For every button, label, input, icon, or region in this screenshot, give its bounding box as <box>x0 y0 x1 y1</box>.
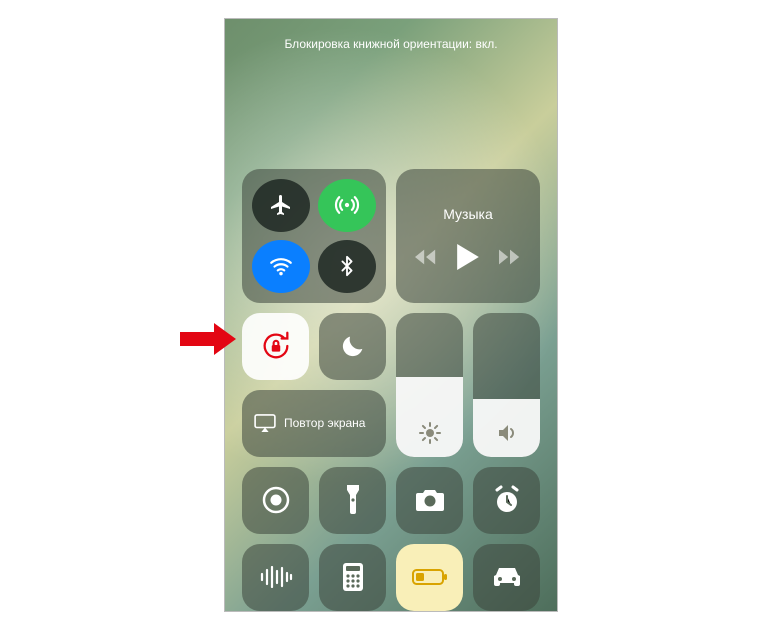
flashlight-icon <box>344 485 362 515</box>
orientation-lock-toggle[interactable] <box>242 313 309 380</box>
mirroring-icon <box>254 414 276 432</box>
status-toast: Блокировка книжной ориентации: вкл. <box>284 37 497 51</box>
connectivity-group[interactable] <box>242 169 386 303</box>
screen-mirroring-label: Повтор экрана <box>284 416 365 430</box>
camera-icon <box>414 488 446 512</box>
cellular-icon <box>334 192 360 218</box>
next-track-button[interactable] <box>499 249 521 265</box>
music-title: Музыка <box>443 206 493 222</box>
forward-icon <box>499 249 521 265</box>
shortcuts-row-2 <box>242 544 540 611</box>
shortcuts-row-1 <box>242 467 540 534</box>
camera-button[interactable] <box>396 467 463 534</box>
cellular-data-toggle[interactable] <box>318 179 376 232</box>
prev-track-button[interactable] <box>415 249 437 265</box>
do-not-disturb-toggle[interactable] <box>319 313 386 380</box>
audio-wave-button[interactable] <box>242 544 309 611</box>
battery-low-icon <box>412 568 448 586</box>
play-icon <box>457 244 479 270</box>
brightness-fill <box>396 377 463 456</box>
callout-arrow <box>180 323 236 355</box>
low-power-mode-toggle[interactable] <box>396 544 463 611</box>
screen-record-icon <box>261 485 291 515</box>
alarm-icon <box>492 485 522 515</box>
bluetooth-icon <box>336 255 358 277</box>
alarm-button[interactable] <box>473 467 540 534</box>
play-button[interactable] <box>457 244 479 270</box>
moon-icon <box>339 332 367 360</box>
volume-icon <box>495 421 519 445</box>
flashlight-button[interactable] <box>319 467 386 534</box>
control-center-screen: Блокировка книжной ориентации: вкл. Муз <box>224 18 558 612</box>
audio-wave-icon <box>259 566 293 588</box>
screen-mirroring-button[interactable]: Повтор экрана <box>242 390 386 457</box>
brightness-slider[interactable] <box>396 313 463 457</box>
volume-slider[interactable] <box>473 313 540 457</box>
wifi-icon <box>268 253 294 279</box>
airplane-icon <box>269 193 293 217</box>
bluetooth-toggle[interactable] <box>318 240 376 293</box>
music-controls <box>415 244 521 270</box>
orientation-lock-icon <box>259 329 293 363</box>
calculator-button[interactable] <box>319 544 386 611</box>
wifi-toggle[interactable] <box>252 240 310 293</box>
calculator-icon <box>342 562 364 592</box>
brightness-icon <box>418 421 442 445</box>
rewind-icon <box>415 249 437 265</box>
car-icon <box>491 566 523 588</box>
control-panel: Музыка <box>242 169 540 611</box>
carplay-button[interactable] <box>473 544 540 611</box>
music-tile[interactable]: Музыка <box>396 169 540 303</box>
screen-record-button[interactable] <box>242 467 309 534</box>
airplane-mode-toggle[interactable] <box>252 179 310 232</box>
